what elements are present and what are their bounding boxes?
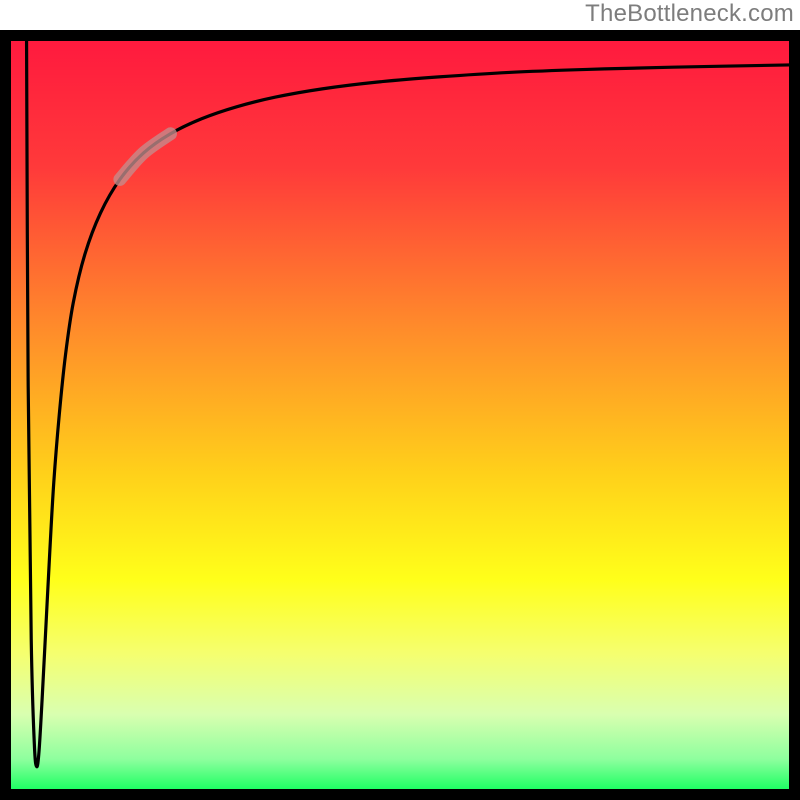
attribution-text: TheBottleneck.com [585,0,794,28]
chart-stage: TheBottleneck.com [0,0,800,800]
bottleneck-chart [0,0,800,800]
plot-background-gradient [11,41,789,789]
